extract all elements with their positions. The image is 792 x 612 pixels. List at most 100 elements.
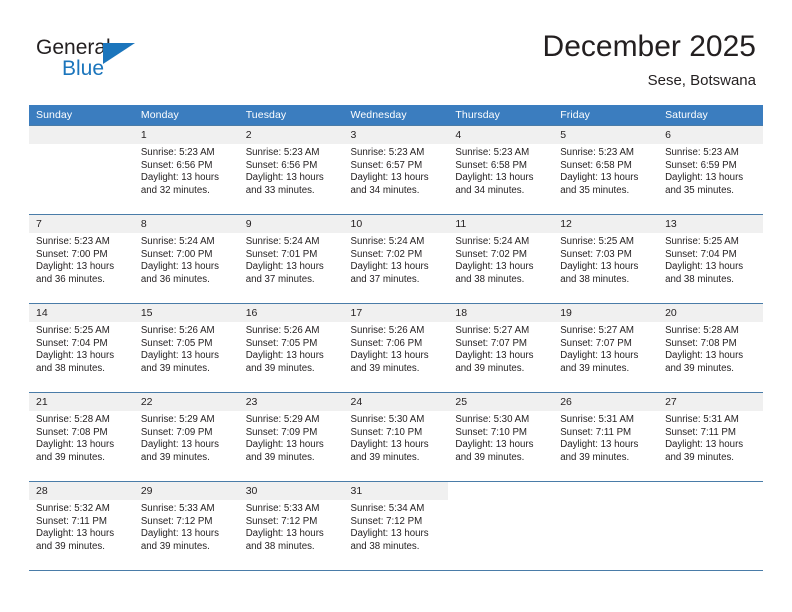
calendar-day-cell[interactable]: 9 Sunrise: 5:24 AM Sunset: 7:01 PM Daylight… <box>238 214 344 304</box>
calendar-day-cell[interactable]: 12 Sunrise: 5:25 AM Sunset: 7:03 PM Dayligh… <box>553 214 659 304</box>
day-details: Sunrise: 5:28 AM Sunset: 7:08 PM Daylight:… <box>658 322 763 375</box>
day-details: Sunrise: 5:33 AM Sunset: 7:12 PM Daylight:… <box>134 500 239 553</box>
sunset-text: Sunset: 7:08 PM <box>665 337 737 349</box>
weekday-header-saturday: Saturday <box>658 105 763 126</box>
sunrise-text: Sunrise: 5:32 AM <box>36 503 110 514</box>
calendar-day-cell[interactable]: 25 Sunrise: 5:30 AM Sunset: 7:10 PM Dayligh… <box>448 392 554 482</box>
calendar-day-cell[interactable]: 15 Sunrise: 5:26 AM Sunset: 7:05 PM Dayligh… <box>133 303 239 393</box>
day-number: 26 <box>553 393 659 411</box>
day-details: Sunrise: 5:25 AM Sunset: 7:03 PM Daylight:… <box>553 233 658 286</box>
calendar-day-cell[interactable]: 18 Sunrise: 5:27 AM Sunset: 7:07 PM Dayligh… <box>448 303 554 393</box>
calendar-day-cell[interactable]: 31 Sunrise: 5:34 AM Sunset: 7:12 PM Dayligh… <box>343 481 449 571</box>
brand-logo[interactable]: General Blue <box>36 36 176 88</box>
calendar-header-row: Sunday Monday Tuesday Wednesday Thursday Frid… <box>29 105 763 126</box>
sunset-text: Sunset: 7:03 PM <box>560 248 632 260</box>
day-number: 27 <box>658 393 763 411</box>
calendar-day-cell[interactable]: 26 Sunrise: 5:31 AM Sunset: 7:11 PM Dayligh… <box>553 392 659 482</box>
daylight-text: Daylight: 13 hours and 38 minutes. <box>350 528 429 552</box>
daylight-text: Daylight: 13 hours and 32 minutes. <box>140 172 219 196</box>
daylight-text: Daylight: 13 hours and 33 minutes. <box>245 172 324 196</box>
calendar-day-cell[interactable]: 1 Sunrise: 5:23 AM Sunset: 6:56 PM Daylight… <box>133 125 239 215</box>
daylight-text: Daylight: 13 hours and 36 minutes. <box>140 261 219 285</box>
daylight-text: Daylight: 13 hours and 37 minutes. <box>245 261 324 285</box>
calendar-day-cell[interactable]: 23 Sunrise: 5:29 AM Sunset: 7:09 PM Dayligh… <box>238 392 344 482</box>
day-number: 11 <box>448 215 554 233</box>
daylight-text: Daylight: 13 hours and 34 minutes. <box>455 172 534 196</box>
calendar-body: 1 Sunrise: 5:23 AM Sunset: 6:56 PM Daylight… <box>29 125 763 571</box>
day-number <box>448 482 553 500</box>
sunset-text: Sunset: 7:11 PM <box>665 426 736 438</box>
weekday-header-thursday: Thursday <box>448 105 554 126</box>
day-number <box>29 126 134 144</box>
calendar-day-cell[interactable]: 24 Sunrise: 5:30 AM Sunset: 7:10 PM Dayligh… <box>343 392 449 482</box>
day-details: Sunrise: 5:31 AM Sunset: 7:11 PM Daylight:… <box>553 411 658 464</box>
day-number: 10 <box>343 215 449 233</box>
calendar-day-cell[interactable]: 3 Sunrise: 5:23 AM Sunset: 6:57 PM Daylight… <box>343 125 449 215</box>
calendar-day-cell[interactable]: 4 Sunrise: 5:23 AM Sunset: 6:58 PM Daylight… <box>448 125 554 215</box>
calendar-day-cell[interactable]: 29 Sunrise: 5:33 AM Sunset: 7:12 PM Dayligh… <box>133 481 239 571</box>
sunset-text: Sunset: 7:09 PM <box>245 426 318 438</box>
calendar-day-cell[interactable]: 2 Sunrise: 5:23 AM Sunset: 6:56 PM Daylight… <box>238 125 344 215</box>
calendar-day-cell[interactable]: 10 Sunrise: 5:24 AM Sunset: 7:02 PM Dayligh… <box>343 214 449 304</box>
daylight-text: Daylight: 13 hours and 39 minutes. <box>350 350 429 374</box>
sunrise-text: Sunrise: 5:26 AM <box>245 325 320 336</box>
sunset-text: Sunset: 6:56 PM <box>140 159 213 171</box>
brand-name-bottom: Blue <box>62 57 105 80</box>
calendar-day-cell[interactable]: 20 Sunrise: 5:28 AM Sunset: 7:08 PM Dayligh… <box>658 303 763 393</box>
sunrise-text: Sunrise: 5:26 AM <box>140 325 215 336</box>
day-details: Sunrise: 5:29 AM Sunset: 7:09 PM Daylight:… <box>239 411 344 464</box>
daylight-text: Daylight: 13 hours and 37 minutes. <box>350 261 429 285</box>
day-number: 24 <box>343 393 449 411</box>
calendar-day-cell[interactable]: 28 Sunrise: 5:32 AM Sunset: 7:11 PM Dayligh… <box>29 481 134 571</box>
calendar-week-row: 28 Sunrise: 5:32 AM Sunset: 7:11 PM Dayligh… <box>29 481 763 571</box>
weekday-header-monday: Monday <box>133 105 239 126</box>
brand-triangle-icon <box>103 43 135 64</box>
sunrise-text: Sunrise: 5:28 AM <box>665 325 739 336</box>
calendar-day-cell[interactable]: 16 Sunrise: 5:26 AM Sunset: 7:05 PM Dayligh… <box>238 303 344 393</box>
sunrise-text: Sunrise: 5:33 AM <box>140 503 215 514</box>
sunset-text: Sunset: 7:10 PM <box>455 426 527 438</box>
day-details: Sunrise: 5:24 AM Sunset: 7:00 PM Daylight:… <box>134 233 239 286</box>
day-number: 8 <box>133 215 239 233</box>
daylight-text: Daylight: 13 hours and 38 minutes. <box>665 261 744 285</box>
calendar-day-cell[interactable]: 11 Sunrise: 5:24 AM Sunset: 7:02 PM Dayligh… <box>448 214 554 304</box>
sunrise-text: Sunrise: 5:27 AM <box>455 325 530 336</box>
calendar-day-cell[interactable]: 14 Sunrise: 5:25 AM Sunset: 7:04 PM Dayligh… <box>29 303 134 393</box>
sunrise-text: Sunrise: 5:30 AM <box>455 414 530 425</box>
day-details: Sunrise: 5:27 AM Sunset: 7:07 PM Daylight:… <box>553 322 658 375</box>
day-details: Sunrise: 5:23 AM Sunset: 6:58 PM Daylight:… <box>553 144 658 197</box>
sunrise-text: Sunrise: 5:30 AM <box>350 414 425 425</box>
calendar-day-cell[interactable]: 27 Sunrise: 5:31 AM Sunset: 7:11 PM Dayligh… <box>658 392 763 482</box>
day-details: Sunrise: 5:25 AM Sunset: 7:04 PM Daylight:… <box>658 233 763 286</box>
weekday-header-friday: Friday <box>553 105 659 126</box>
calendar-day-cell[interactable]: 19 Sunrise: 5:27 AM Sunset: 7:07 PM Dayligh… <box>553 303 659 393</box>
calendar-day-cell[interactable]: 21 Sunrise: 5:28 AM Sunset: 7:08 PM Dayligh… <box>29 392 134 482</box>
calendar-grid: Sunday Monday Tuesday Wednesday Thursday Frid… <box>29 105 763 571</box>
day-number: 6 <box>658 126 763 144</box>
daylight-text: Daylight: 13 hours and 39 minutes. <box>140 439 219 463</box>
daylight-text: Daylight: 13 hours and 39 minutes. <box>36 439 115 463</box>
calendar-day-cell[interactable]: 30 Sunrise: 5:33 AM Sunset: 7:12 PM Dayligh… <box>238 481 344 571</box>
calendar-day-cell[interactable]: 8 Sunrise: 5:24 AM Sunset: 7:00 PM Daylight… <box>133 214 239 304</box>
day-number: 18 <box>448 304 554 322</box>
calendar-day-cell[interactable]: 5 Sunrise: 5:23 AM Sunset: 6:58 PM Daylight… <box>553 125 659 215</box>
sunrise-text: Sunrise: 5:25 AM <box>560 236 634 247</box>
sunrise-text: Sunrise: 5:25 AM <box>36 325 110 336</box>
calendar-day-cell[interactable]: 22 Sunrise: 5:29 AM Sunset: 7:09 PM Dayligh… <box>133 392 239 482</box>
sunset-text: Sunset: 6:57 PM <box>350 159 423 171</box>
daylight-text: Daylight: 13 hours and 35 minutes. <box>560 172 639 196</box>
daylight-text: Daylight: 13 hours and 38 minutes. <box>455 261 534 285</box>
calendar-day-cell[interactable]: 13 Sunrise: 5:25 AM Sunset: 7:04 PM Dayligh… <box>658 214 763 304</box>
sunset-text: Sunset: 7:11 PM <box>560 426 632 438</box>
sunset-text: Sunset: 7:07 PM <box>455 337 527 349</box>
day-number: 3 <box>343 126 449 144</box>
calendar-day-cell[interactable]: 6 Sunrise: 5:23 AM Sunset: 6:59 PM Daylight… <box>658 125 763 215</box>
day-details: Sunrise: 5:26 AM Sunset: 7:05 PM Daylight:… <box>239 322 344 375</box>
calendar-day-cell[interactable]: 7 Sunrise: 5:23 AM Sunset: 7:00 PM Daylight… <box>29 214 134 304</box>
page-header: General Blue December 2025 Sese, Botswan… <box>0 0 792 100</box>
day-number: 31 <box>343 482 449 500</box>
calendar-day-cell[interactable]: 17 Sunrise: 5:26 AM Sunset: 7:06 PM Dayligh… <box>343 303 449 393</box>
day-number: 15 <box>133 304 239 322</box>
daylight-text: Daylight: 13 hours and 34 minutes. <box>350 172 429 196</box>
sunrise-text: Sunrise: 5:31 AM <box>560 414 634 425</box>
